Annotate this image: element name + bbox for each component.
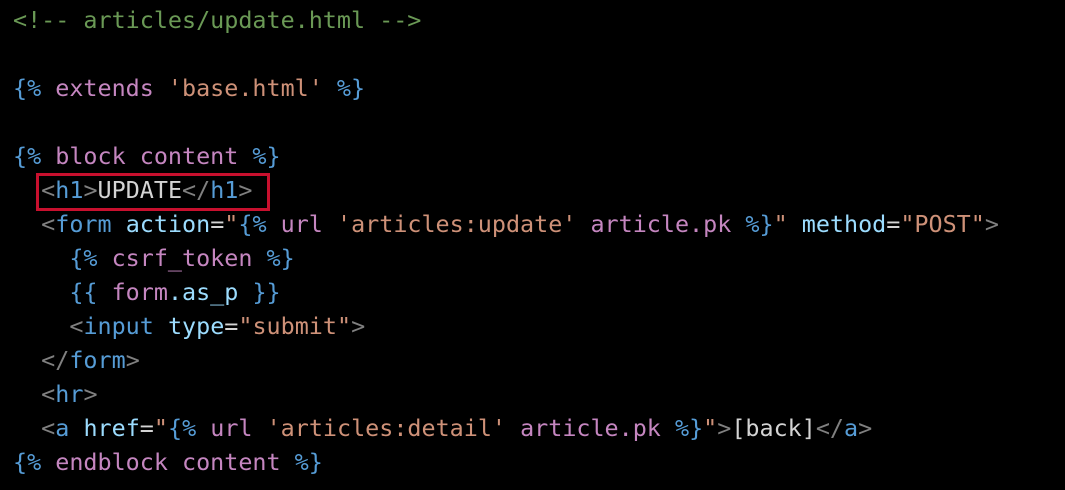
code-token-tag: form <box>69 346 126 374</box>
code-token-tag: form <box>55 210 112 238</box>
code-token-keyword: extends <box>41 74 168 102</box>
code-token-delim: %} <box>252 142 281 170</box>
code-token-bracket: > <box>351 312 366 340</box>
code-line: <h1>UPDATE</h1> <box>0 173 1065 207</box>
code-line: {% csrf_token %} <box>0 241 1065 275</box>
code-token-bracket: > <box>238 176 253 204</box>
code-token-tag: h1 <box>210 176 239 204</box>
code-token-keyword: article.pk <box>505 414 675 442</box>
code-token-string: " <box>703 414 718 442</box>
code-line: <!-- articles/update.html --> <box>0 3 1065 37</box>
code-token-delim: %} <box>266 244 295 272</box>
code-token-delim: %} <box>322 74 366 102</box>
code-line: {% extends 'base.html' %} <box>0 71 1065 105</box>
code-line: {% block content %} <box>0 139 1065 173</box>
code-token-keyword: csrf_token <box>97 244 267 272</box>
code-lines: <!-- articles/update.html --> {% extends… <box>0 3 1065 479</box>
code-token-string: "POST" <box>900 210 985 238</box>
code-token-keyword: article.pk <box>576 210 746 238</box>
code-token-string: " <box>153 414 168 442</box>
code-line: <hr> <box>0 377 1065 411</box>
code-token-text: = <box>886 210 901 238</box>
code-token-tag: a <box>55 414 70 442</box>
code-token-comment: <!-- articles/update.html --> <box>13 6 422 34</box>
code-token-keyword: url <box>266 210 337 238</box>
code-token-bracket: > <box>858 414 873 442</box>
code-token-delim: {% <box>13 74 42 102</box>
code-token-bracket: </ <box>815 414 845 442</box>
code-token-bracket: < <box>41 210 56 238</box>
code-token-bracket: < <box>41 176 56 204</box>
code-token-tag: hr <box>55 380 84 408</box>
code-editor[interactable]: <!-- articles/update.html --> {% extends… <box>0 0 1065 490</box>
code-token-attr: action <box>125 210 211 238</box>
code-token-text: = <box>139 414 154 442</box>
code-token-tag: input <box>83 312 154 340</box>
code-token-bracket: < <box>69 312 84 340</box>
code-token-text: = <box>210 210 225 238</box>
code-token-delim: %} <box>294 448 323 476</box>
code-token-bracket: < <box>41 414 56 442</box>
code-token-delim: {% <box>238 210 267 238</box>
code-token-keyword: block content <box>41 142 253 170</box>
code-token-delim: }} <box>252 278 281 306</box>
code-token-keyword: form <box>97 278 168 306</box>
code-token-string: 'base.html' <box>167 74 323 102</box>
code-token-delim: %} <box>674 414 704 442</box>
code-token-tag: h1 <box>55 176 84 204</box>
code-token-bracket: </ <box>41 346 70 374</box>
code-token-delim: {{ <box>69 278 98 306</box>
code-token-string: " <box>224 210 239 238</box>
code-token-delim: {% <box>167 414 197 442</box>
code-token-bracket: </ <box>182 176 211 204</box>
code-line: {% endblock content %} <box>0 445 1065 479</box>
code-token-bracket: < <box>41 380 56 408</box>
code-line: <a href="{% url 'articles:detail' articl… <box>0 411 1065 445</box>
code-token-text: UPDATE <box>97 176 183 204</box>
code-token-bracket: > <box>83 176 98 204</box>
code-token-delim: %} <box>745 210 774 238</box>
code-token-bracket: > <box>984 210 999 238</box>
code-token-attr: method <box>801 210 887 238</box>
code-token-bracket: > <box>125 346 140 374</box>
code-token-string: 'articles:detail' <box>266 414 506 442</box>
code-token-text: = <box>224 312 239 340</box>
code-token-string: "submit" <box>238 312 352 340</box>
code-line: <form action="{% url 'articles:update' a… <box>0 207 1065 241</box>
code-token-string: 'articles:update' <box>336 210 577 238</box>
code-token-keyword: endblock content <box>41 448 295 476</box>
code-token-bracket: > <box>717 414 732 442</box>
code-line: {{ form.as_p }} <box>0 275 1065 309</box>
code-token-delim: {% <box>13 448 42 476</box>
code-token-bracket: > <box>83 380 98 408</box>
code-line: </form> <box>0 343 1065 377</box>
code-token-string: " <box>773 210 788 238</box>
code-token-keyword: url <box>196 414 267 442</box>
code-token-variable: .as_p <box>167 278 253 306</box>
code-token-delim: {% <box>69 244 98 272</box>
code-token-text: [back] <box>731 414 816 442</box>
code-token-attr: type <box>167 312 225 340</box>
code-token-attr: href <box>83 414 140 442</box>
code-token-delim: {% <box>13 142 42 170</box>
code-line: <input type="submit"> <box>0 309 1065 343</box>
code-token-tag: a <box>844 414 859 442</box>
